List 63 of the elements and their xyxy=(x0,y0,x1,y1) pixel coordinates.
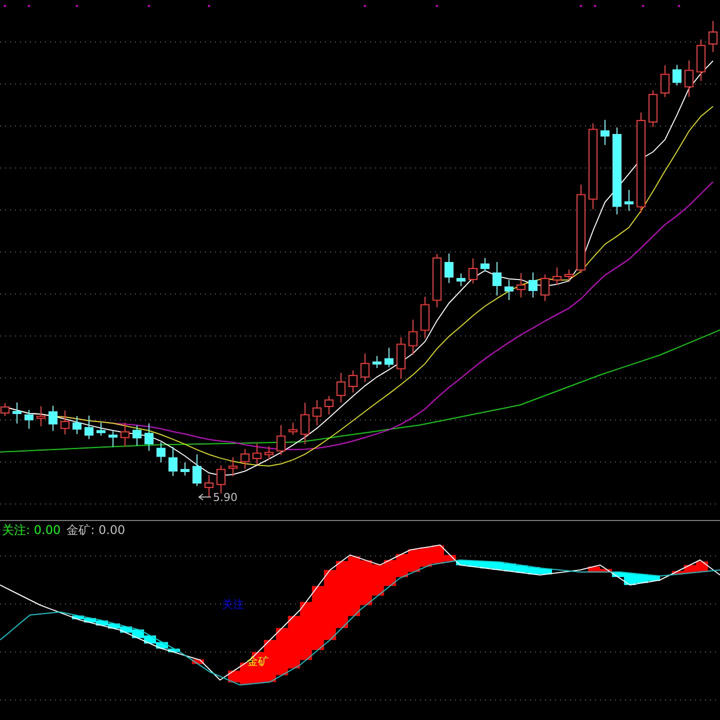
candlestick xyxy=(480,258,490,272)
candlestick xyxy=(192,454,202,486)
candlestick xyxy=(384,347,394,368)
signal-label: 关注 xyxy=(222,598,244,611)
candlestick xyxy=(108,430,118,448)
candlestick xyxy=(696,39,706,82)
candlestick xyxy=(12,402,22,424)
candlestick xyxy=(84,415,94,440)
candlestick xyxy=(624,189,634,212)
candlestick xyxy=(252,442,262,465)
candlestick xyxy=(168,446,178,476)
candlestick xyxy=(504,280,514,300)
candlestick xyxy=(204,474,214,498)
candlestick xyxy=(408,319,418,356)
candlestick xyxy=(420,296,430,339)
candlestick xyxy=(552,267,562,286)
indicator-bar xyxy=(696,562,708,572)
candlestick xyxy=(60,410,70,435)
candlestick xyxy=(156,442,166,463)
candlestick xyxy=(372,356,382,368)
candlestick xyxy=(324,396,334,415)
indicator-bar xyxy=(192,659,204,664)
candlestick xyxy=(648,90,658,128)
candlestick xyxy=(528,272,538,298)
candlestick xyxy=(708,20,718,52)
candlestick xyxy=(132,424,142,446)
candlestick xyxy=(96,422,106,436)
candlestick xyxy=(600,119,610,146)
candlestick xyxy=(228,456,238,477)
low-price-label: 5.90 xyxy=(213,491,238,504)
candlestick xyxy=(444,253,454,284)
candlestick xyxy=(72,416,82,435)
candlestick xyxy=(24,409,34,430)
candlestick xyxy=(264,446,274,460)
candlestick xyxy=(672,64,682,86)
candlestick xyxy=(180,462,190,476)
candlestick xyxy=(348,370,358,393)
candlestick xyxy=(120,422,130,448)
candlestick xyxy=(288,422,298,436)
arrow-icon xyxy=(198,494,212,500)
candlestick xyxy=(564,269,574,281)
candlestick xyxy=(36,406,46,427)
candlestick xyxy=(336,372,346,403)
candlestick xyxy=(312,400,322,426)
candlestick xyxy=(276,424,286,456)
candlestick xyxy=(540,274,550,302)
candlestick xyxy=(456,273,466,286)
candlestick xyxy=(360,353,370,382)
candlestick xyxy=(432,254,442,308)
candlestick xyxy=(300,402,310,445)
indicator-legend: 关注: 0.00 xyxy=(2,522,61,538)
candlestick xyxy=(684,60,694,98)
candlestick xyxy=(216,464,226,494)
candlestick xyxy=(240,448,250,470)
candlestick xyxy=(396,336,406,380)
candlestick xyxy=(516,272,526,298)
candlestick xyxy=(492,262,502,296)
candlestick xyxy=(660,64,670,98)
candlestick xyxy=(144,422,154,452)
signal-label: 金矿 xyxy=(247,655,269,668)
candlestick xyxy=(48,405,58,432)
indicator-legend: 金矿: 0.00 xyxy=(66,522,126,538)
candlestick xyxy=(468,258,478,284)
